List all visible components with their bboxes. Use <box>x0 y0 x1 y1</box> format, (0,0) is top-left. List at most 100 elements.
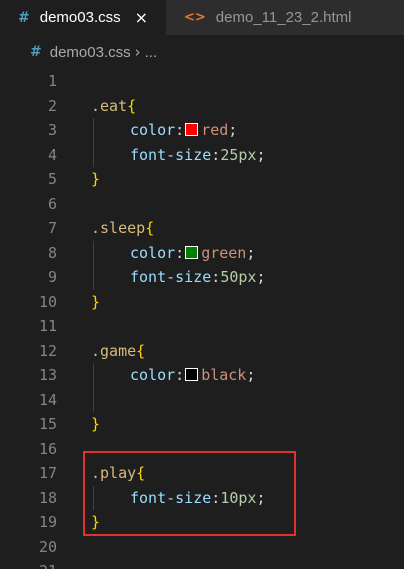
code-line[interactable]: 19} <box>0 510 404 535</box>
line-number: 17 <box>38 464 57 482</box>
tab-label: demo_11_23_2.html <box>215 9 352 26</box>
editor-tabs: # demo03.css × <> demo_11_23_2.html <box>0 0 404 35</box>
colon: : <box>175 243 185 262</box>
code-text: } <box>91 510 100 535</box>
line-number: 14 <box>38 390 57 409</box>
code-text: .play{ <box>91 461 145 486</box>
code-line[interactable]: 2 .eat{ <box>0 94 404 119</box>
code-text: font-size:10px; <box>130 486 265 511</box>
indent-guide <box>93 485 94 510</box>
code-line[interactable]: 17 .play{ <box>0 461 404 486</box>
line-number: 10 <box>38 292 57 311</box>
code-text: color: black; <box>130 363 255 388</box>
css-property: color <box>130 121 176 139</box>
code-editor[interactable]: 1 2 .eat{3 color: red; 4 font-size:25px; 5} 6 7 .s… <box>0 69 404 569</box>
css-file-icon: # <box>30 44 42 60</box>
semicolon: ; <box>228 121 238 139</box>
code-line[interactable]: 1 <box>0 69 404 94</box>
line-number: 4 <box>47 145 57 164</box>
css-value: red <box>201 121 229 139</box>
close-brace: } <box>91 292 101 311</box>
line-number: 15 <box>38 415 57 433</box>
code-text: color: green; <box>130 241 255 266</box>
code-text: } <box>91 167 100 192</box>
css-selector: .sleep <box>91 219 146 237</box>
css-value: green <box>201 243 247 262</box>
css-number: 25px <box>220 145 257 164</box>
line-number: 1 <box>47 72 57 90</box>
css-number: 10px <box>220 488 257 507</box>
line-number: 21 <box>0 559 57 569</box>
css-property: font-size <box>130 488 212 507</box>
open-brace: { <box>127 96 137 115</box>
tab-demo03-css[interactable]: # demo03.css × <box>0 0 166 35</box>
code-line[interactable]: 7 .sleep{ <box>0 216 404 241</box>
semicolon: ; <box>246 366 256 384</box>
css-property: font-size <box>130 145 212 164</box>
semicolon: ; <box>246 243 256 262</box>
open-brace: { <box>136 341 146 360</box>
semicolon: ; <box>256 488 266 507</box>
color-swatch-icon[interactable] <box>185 368 199 381</box>
close-brace: } <box>91 170 101 188</box>
line-number: 19 <box>38 513 57 531</box>
code-text: color: red; <box>130 118 237 143</box>
breadcrumb: # demo03.css › ... <box>0 35 404 69</box>
code-line[interactable]: 6 <box>0 192 404 217</box>
code-text: .eat{ <box>91 94 136 119</box>
css-number: 50px <box>220 268 257 286</box>
line-number: 6 <box>47 194 57 213</box>
breadcrumb-file[interactable]: demo03.css <box>50 44 131 61</box>
code-text: } <box>91 412 100 437</box>
code-text: font-size:50px; <box>130 265 265 290</box>
code-text: font-size:25px; <box>130 143 265 168</box>
code-text: .game{ <box>91 339 145 364</box>
code-line[interactable]: 11 <box>0 314 404 339</box>
code-text: .sleep{ <box>91 216 154 241</box>
code-line[interactable]: 5} <box>0 167 404 192</box>
colon: : <box>211 145 221 164</box>
semicolon: ; <box>256 268 266 286</box>
css-property: font-size <box>130 268 212 286</box>
line-number: 7 <box>47 219 57 237</box>
code-text: } <box>91 290 100 315</box>
line-number: 12 <box>38 341 57 360</box>
code-line[interactable]: 8 color: green; <box>0 241 404 266</box>
code-line[interactable]: 13 color: black; <box>0 363 404 388</box>
tab-label: demo03.css <box>39 9 121 26</box>
code-line[interactable]: 21 <box>0 559 404 569</box>
chevron-right-icon: › <box>134 43 141 61</box>
colon: : <box>175 121 185 139</box>
code-line[interactable]: 15} <box>0 412 404 437</box>
code-line[interactable]: 18 font-size:10px; <box>0 486 404 511</box>
css-selector: .game <box>91 341 137 360</box>
code-line[interactable]: 4 font-size:25px; <box>0 143 404 168</box>
line-number: 2 <box>47 96 57 115</box>
line-number: 13 <box>38 366 57 384</box>
css-selector: .play <box>91 464 137 482</box>
html-file-icon: <> <box>184 10 206 25</box>
css-property: color <box>130 366 176 384</box>
code-line[interactable]: 12 .game{ <box>0 339 404 364</box>
breadcrumb-more[interactable]: ... <box>145 44 158 61</box>
code-line[interactable]: 9 font-size:50px; <box>0 265 404 290</box>
indent-guide <box>93 240 94 290</box>
semicolon: ; <box>256 145 266 164</box>
code-line[interactable]: 10} <box>0 290 404 315</box>
color-swatch-icon[interactable] <box>185 245 199 259</box>
indent-guide <box>93 363 94 412</box>
code-line[interactable]: 3 color: red; <box>0 118 404 143</box>
color-swatch-icon[interactable] <box>185 123 199 136</box>
close-brace: } <box>91 513 101 531</box>
code-line[interactable]: 14 <box>0 388 404 413</box>
close-brace: } <box>91 415 101 433</box>
line-number: 8 <box>47 243 57 262</box>
close-icon[interactable]: × <box>135 8 148 27</box>
css-file-icon: # <box>18 9 30 26</box>
line-number: 20 <box>38 537 57 556</box>
code-line[interactable]: 20 <box>0 535 404 560</box>
line-number: 3 <box>47 121 57 139</box>
code-line[interactable]: 16 <box>0 437 404 462</box>
tab-demo-html[interactable]: <> demo_11_23_2.html <box>166 0 404 35</box>
open-brace: { <box>145 219 155 237</box>
